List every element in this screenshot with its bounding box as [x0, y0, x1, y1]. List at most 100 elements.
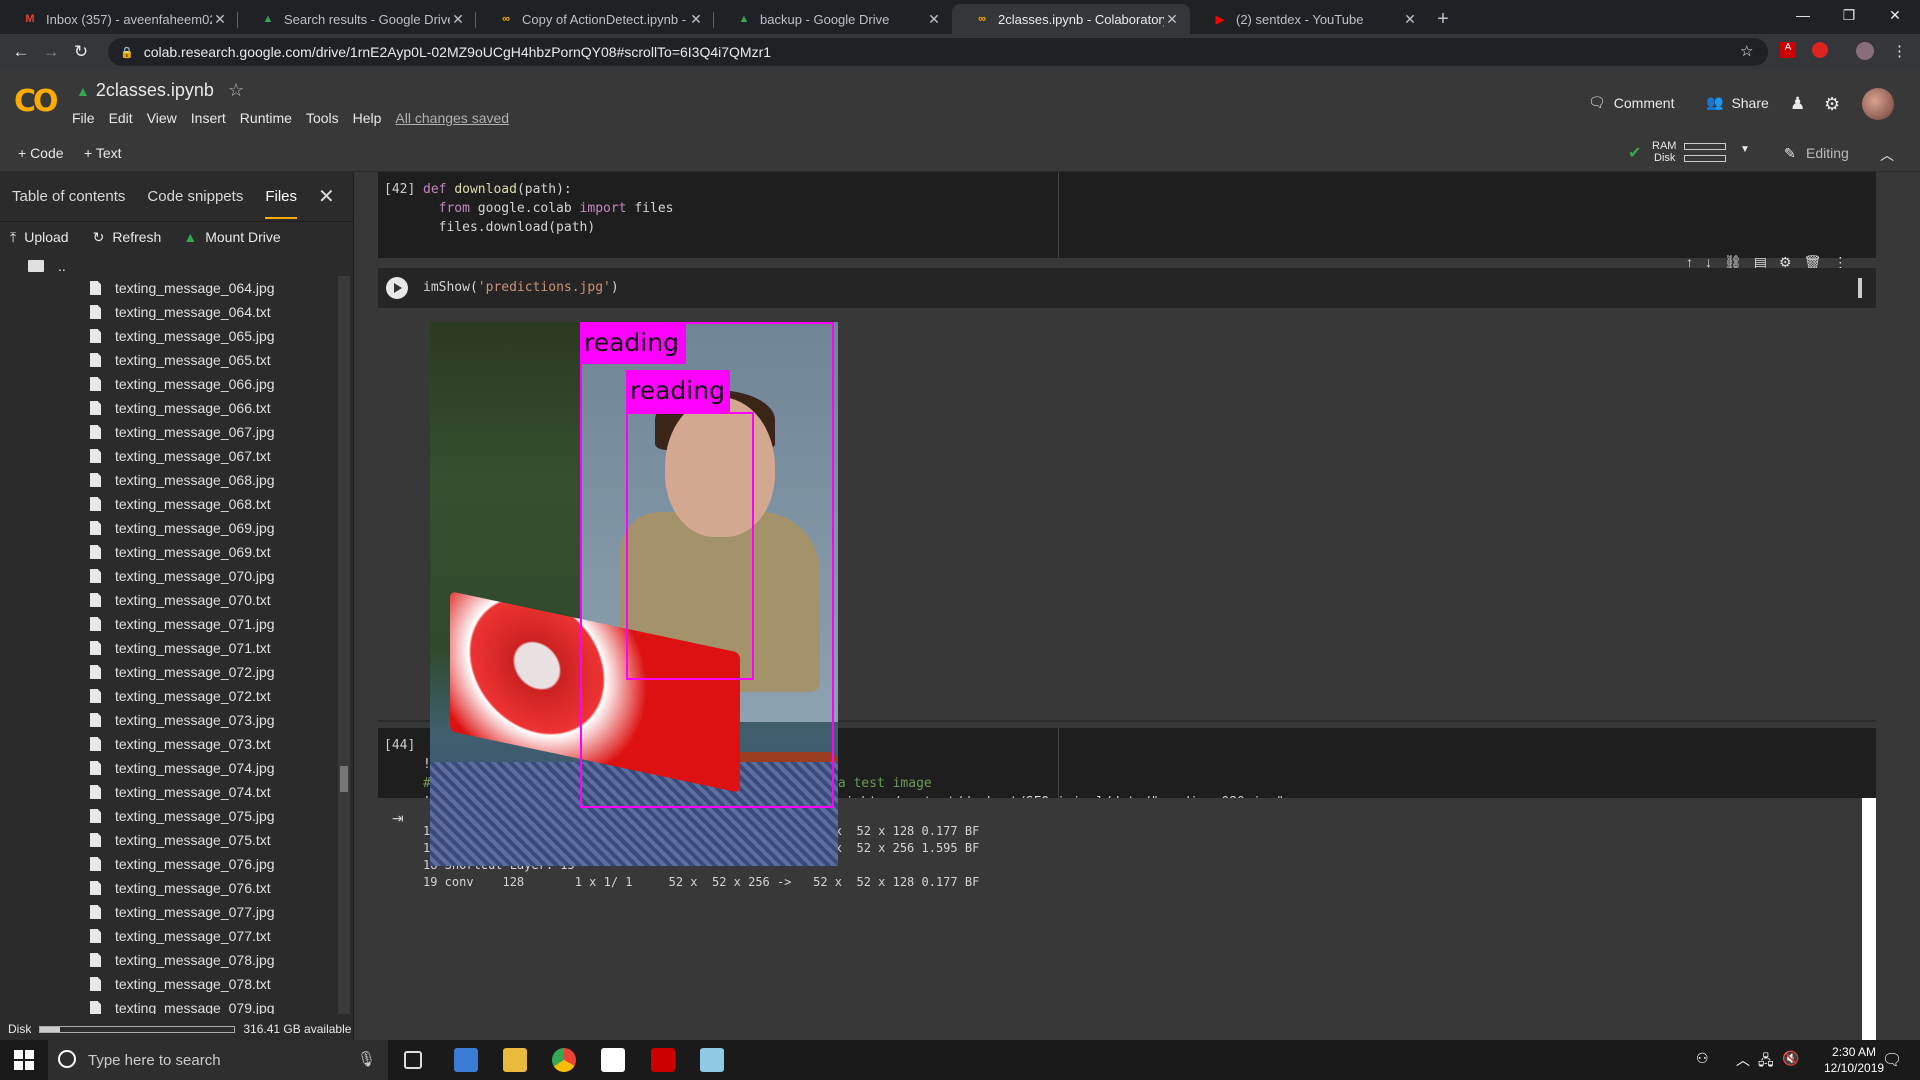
file-item[interactable]: texting_message_072.jpg	[0, 660, 336, 684]
file-explorer-icon[interactable]	[503, 1048, 527, 1072]
close-icon[interactable]: ✕	[688, 11, 704, 28]
volume-muted-icon[interactable]: 🔇	[1782, 1050, 1799, 1067]
file-item[interactable]: texting_message_074.txt	[0, 780, 336, 804]
profile-avatar[interactable]	[1856, 42, 1874, 60]
tray-chevron-icon[interactable]: ︿	[1736, 1050, 1750, 1070]
file-item[interactable]: texting_message_065.txt	[0, 348, 336, 372]
file-item[interactable]: texting_message_071.txt	[0, 636, 336, 660]
share-button[interactable]: 👥 Share	[1706, 94, 1769, 111]
app-icon[interactable]	[700, 1048, 724, 1072]
settings-gear-icon[interactable]: ⚙	[1824, 94, 1840, 115]
cell-code[interactable]: def download(path): from google.colab im…	[423, 180, 673, 237]
file-item[interactable]: texting_message_075.jpg	[0, 804, 336, 828]
notebook-name[interactable]: 2classes.ipynb	[96, 80, 214, 101]
browser-tab[interactable]: ▲ Search results - Google Drive ✕	[238, 4, 476, 34]
file-tree-scrollbar[interactable]	[338, 276, 350, 1014]
file-item[interactable]: texting_message_076.txt	[0, 876, 336, 900]
browser-tab[interactable]: ▶ (2) sentdex - YouTube ✕	[1190, 4, 1428, 34]
colab-logo[interactable]: CO	[14, 84, 58, 119]
menu-file[interactable]: File	[72, 110, 95, 126]
reload-icon[interactable]: ↻	[66, 42, 96, 62]
file-item[interactable]: texting_message_078.jpg	[0, 948, 336, 972]
chrome-icon[interactable]	[552, 1048, 576, 1072]
file-item[interactable]: texting_message_078.txt	[0, 972, 336, 996]
close-icon[interactable]: ✕	[212, 11, 228, 28]
file-item[interactable]: texting_message_072.txt	[0, 684, 336, 708]
file-item[interactable]: texting_message_073.txt	[0, 732, 336, 756]
close-panel-icon[interactable]: ✕	[318, 184, 335, 209]
network-icon[interactable]: 🖧	[1758, 1050, 1774, 1074]
menu-tools[interactable]: Tools	[306, 110, 339, 126]
close-icon[interactable]: ✕	[926, 11, 942, 28]
file-item[interactable]: texting_message_068.txt	[0, 492, 336, 516]
output-scrollbar[interactable]	[1862, 798, 1876, 1040]
file-item[interactable]: texting_message_067.jpg	[0, 420, 336, 444]
comment-button[interactable]: 🗨 Comment	[1588, 94, 1674, 111]
file-item[interactable]: texting_message_074.jpg	[0, 756, 336, 780]
close-icon[interactable]: ✕	[450, 11, 466, 28]
url-input[interactable]: 🔒 colab.research.google.com/drive/1rnE2A…	[108, 38, 1768, 66]
restore-icon[interactable]: ❐	[1826, 0, 1872, 30]
task-view-icon[interactable]	[404, 1051, 422, 1069]
tab-files[interactable]: Files	[265, 188, 297, 219]
code-cell-imshow[interactable]: imShow('predictions.jpg')	[378, 268, 1876, 308]
file-item[interactable]: texting_message_069.jpg	[0, 516, 336, 540]
flask-icon[interactable]: ♟	[1790, 94, 1805, 114]
tab-table-of-contents[interactable]: Table of contents	[12, 188, 125, 205]
menu-edit[interactable]: Edit	[109, 110, 133, 126]
minimize-icon[interactable]: —	[1780, 0, 1826, 30]
close-icon[interactable]: ✕	[1164, 11, 1180, 28]
mount-drive-button[interactable]: Mount Drive	[205, 229, 280, 245]
bookmark-star-icon[interactable]: ☆	[1740, 42, 1753, 60]
tab-code-snippets[interactable]: Code snippets	[147, 188, 243, 205]
system-clock[interactable]: 2:30 AM 12/10/2019	[1824, 1044, 1884, 1076]
file-item[interactable]: texting_message_079.jpg	[0, 996, 336, 1014]
parent-dir-row[interactable]: ..	[28, 256, 66, 276]
browser-tab[interactable]: ▲ backup - Google Drive ✕	[714, 4, 952, 34]
menu-insert[interactable]: Insert	[191, 110, 226, 126]
close-window-icon[interactable]: ✕	[1872, 0, 1918, 30]
store-icon[interactable]	[454, 1048, 478, 1072]
code-cell-42[interactable]: [42] def download(path): from google.col…	[378, 172, 1876, 258]
taskbar-search-input[interactable]: Type here to search 🎙	[48, 1040, 388, 1080]
browser-menu-icon[interactable]: ⋮	[1892, 42, 1907, 60]
new-tab-button[interactable]: +	[1428, 4, 1458, 34]
file-item[interactable]: texting_message_075.txt	[0, 828, 336, 852]
file-item[interactable]: texting_message_066.txt	[0, 396, 336, 420]
editing-mode[interactable]: Editing	[1806, 145, 1849, 161]
file-item[interactable]: texting_message_076.jpg	[0, 852, 336, 876]
mail-icon[interactable]	[601, 1048, 625, 1072]
people-icon[interactable]: ⚇	[1696, 1050, 1709, 1067]
add-code-button[interactable]: + Code	[18, 145, 64, 161]
close-icon[interactable]: ✕	[1402, 11, 1418, 28]
file-item[interactable]: texting_message_070.jpg	[0, 564, 336, 588]
save-status[interactable]: All changes saved	[395, 110, 509, 126]
file-item[interactable]: texting_message_065.jpg	[0, 324, 336, 348]
file-item[interactable]: texting_message_064.jpg	[0, 276, 336, 300]
cell-scrollbar[interactable]	[1858, 278, 1862, 298]
output-icon[interactable]: ⇥	[392, 810, 404, 827]
forward-icon[interactable]: →	[36, 42, 66, 62]
file-item[interactable]: texting_message_068.jpg	[0, 468, 336, 492]
file-item[interactable]: texting_message_064.txt	[0, 300, 336, 324]
run-cell-button[interactable]	[386, 277, 408, 299]
notifications-icon[interactable]: 🗨	[1882, 1050, 1902, 1070]
acrobat-icon[interactable]	[651, 1048, 675, 1072]
file-item[interactable]: texting_message_077.txt	[0, 924, 336, 948]
cell-code[interactable]: imShow('predictions.jpg')	[423, 278, 619, 297]
extension-icon[interactable]	[1812, 42, 1828, 58]
file-item[interactable]: texting_message_069.txt	[0, 540, 336, 564]
collapse-chevron-icon[interactable]: ︿	[1880, 145, 1894, 165]
file-item[interactable]: texting_message_071.jpg	[0, 612, 336, 636]
browser-tab[interactable]: M Inbox (357) - aveenfaheem02@g✕	[0, 4, 238, 34]
user-avatar[interactable]	[1862, 88, 1894, 120]
menu-runtime[interactable]: Runtime	[240, 110, 292, 126]
upload-button[interactable]: Upload	[24, 229, 68, 245]
dropdown-arrow-icon[interactable]: ▼	[1740, 144, 1750, 155]
menu-help[interactable]: Help	[353, 110, 382, 126]
browser-tab-active[interactable]: ∞ 2classes.ipynb - Colaboratory ✕	[952, 4, 1190, 34]
browser-tab[interactable]: ∞ Copy of ActionDetect.ipynb - Col✕	[476, 4, 714, 34]
file-item[interactable]: texting_message_073.jpg	[0, 708, 336, 732]
star-icon[interactable]: ☆	[228, 80, 244, 101]
refresh-button[interactable]: Refresh	[112, 229, 161, 245]
